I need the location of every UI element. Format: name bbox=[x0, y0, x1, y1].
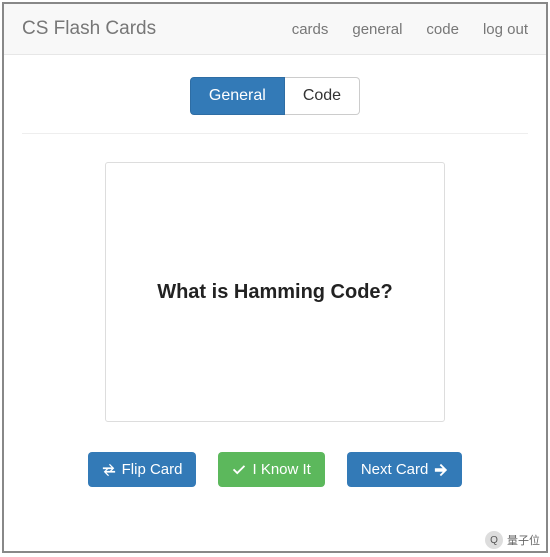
card-container: What is Hamming Code? bbox=[4, 162, 546, 422]
category-tabs: General Code bbox=[4, 77, 546, 115]
flip-card-button[interactable]: Flip Card bbox=[88, 452, 197, 487]
brand-title[interactable]: CS Flash Cards bbox=[22, 18, 156, 40]
swap-icon bbox=[102, 463, 116, 477]
know-it-button[interactable]: I Know It bbox=[218, 452, 324, 487]
nav-link-general[interactable]: general bbox=[352, 21, 402, 38]
check-icon bbox=[232, 463, 246, 477]
card-question: What is Hamming Code? bbox=[157, 281, 393, 304]
flash-card[interactable]: What is Hamming Code? bbox=[105, 162, 445, 422]
know-it-label: I Know It bbox=[252, 461, 310, 478]
tab-general[interactable]: General bbox=[190, 77, 285, 115]
navbar: CS Flash Cards cards general code log ou… bbox=[4, 4, 546, 55]
watermark-icon: Q bbox=[485, 531, 503, 549]
arrow-right-icon bbox=[434, 463, 448, 477]
divider bbox=[22, 133, 528, 134]
app-frame: CS Flash Cards cards general code log ou… bbox=[2, 2, 548, 553]
nav-link-cards[interactable]: cards bbox=[292, 21, 329, 38]
flip-card-label: Flip Card bbox=[122, 461, 183, 478]
nav-link-code[interactable]: code bbox=[426, 21, 459, 38]
nav-links: cards general code log out bbox=[292, 21, 528, 38]
watermark: Q 量子位 bbox=[485, 531, 540, 549]
watermark-text: 量子位 bbox=[507, 532, 540, 548]
next-card-label: Next Card bbox=[361, 461, 429, 478]
nav-link-logout[interactable]: log out bbox=[483, 21, 528, 38]
next-card-button[interactable]: Next Card bbox=[347, 452, 463, 487]
button-row: Flip Card I Know It Next Card bbox=[4, 452, 546, 487]
tab-code[interactable]: Code bbox=[285, 77, 360, 115]
